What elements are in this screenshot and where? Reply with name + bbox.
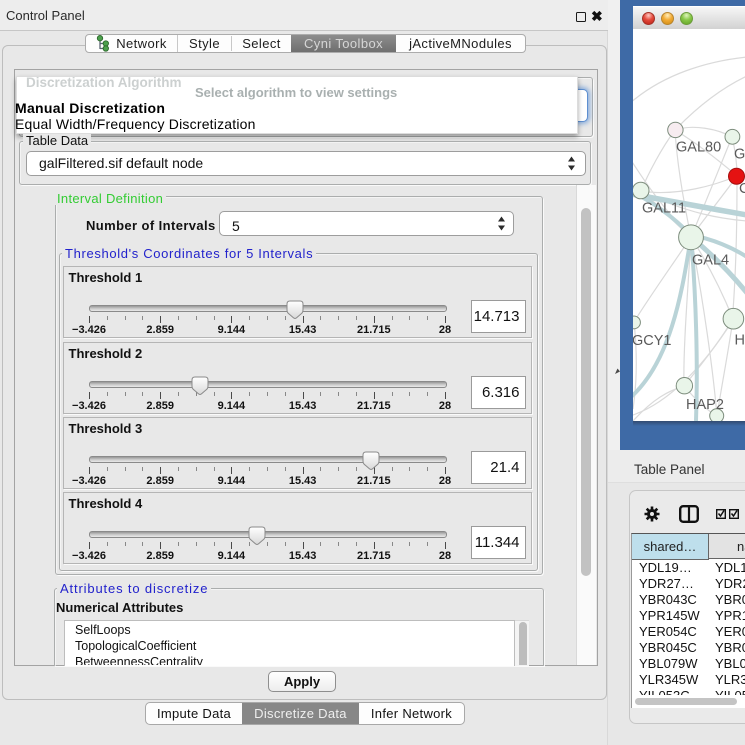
svg-text:HAP2: HAP2	[686, 397, 724, 413]
svg-text:H: H	[735, 333, 745, 349]
svg-text:GAL80: GAL80	[676, 140, 721, 156]
svg-text:G.: G.	[734, 147, 745, 163]
svg-text:GAL11: GAL11	[642, 201, 686, 217]
svg-text:GAL4: GAL4	[692, 253, 729, 269]
svg-text:GCY1: GCY1	[633, 333, 672, 349]
svg-text:C: C	[739, 181, 745, 197]
